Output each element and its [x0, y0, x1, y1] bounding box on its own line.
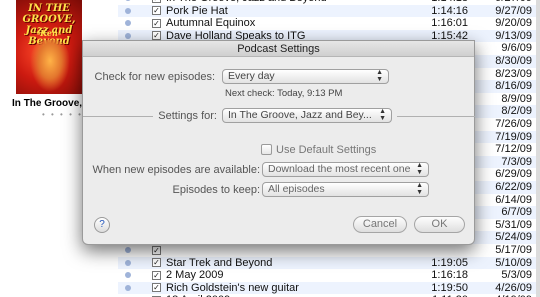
episode-row[interactable]: ✓ 2 May 2009 1:16:18 5/3/09 [118, 269, 540, 282]
episode-date: 9/27/09 [495, 4, 532, 17]
album-artwork[interactable]: IN THE GROOVE, Jazz and Beyond -Ken- [16, 0, 82, 94]
episode-name: Star Trek and Beyond [166, 256, 273, 269]
episode-row[interactable]: ✓ Pork Pie Hat 1:14:16 9/27/09 [118, 4, 540, 18]
check-frequency-popup[interactable]: Every day ▲ ▼ [222, 69, 389, 84]
episode-checkbox[interactable]: ✓ [152, 0, 161, 3]
unplayed-dot-icon [125, 247, 131, 253]
episode-date: 6/7/09 [501, 206, 532, 219]
album-art-subtitle: -Ken- [36, 28, 62, 38]
use-default-label: Use Default Settings [276, 144, 377, 156]
episode-date: 6/14/09 [495, 193, 532, 206]
episode-date: 9/13/09 [495, 29, 532, 42]
settings-for-popup[interactable]: In The Groove, Jazz and Bey... ▲ ▼ [222, 108, 392, 123]
episode-name: 2 May 2009 [166, 269, 224, 282]
next-check-note: Next check: Today, 9:13 PM [225, 88, 343, 99]
episode-checkbox[interactable]: ✓ [152, 258, 161, 268]
episode-date: 8/16/09 [495, 80, 532, 93]
settings-for-label: Settings for: [158, 110, 217, 122]
episode-time: 1:14:16 [431, 4, 468, 17]
episode-row[interactable]: ✓ Star Trek and Beyond 1:19:05 5/10/09 [118, 256, 540, 270]
unplayed-dot-icon [125, 284, 131, 291]
episode-time: 1:16:01 [431, 17, 468, 30]
unplayed-dot-icon [125, 259, 131, 266]
episode-row[interactable]: ✓ 5/17/09 [118, 244, 540, 257]
popup-arrows-icon: ▲ ▼ [379, 108, 386, 122]
episode-date: 5/24/09 [495, 231, 532, 244]
ok-button[interactable]: OK [414, 216, 465, 233]
episode-name: Autumnal Equinox [166, 17, 256, 30]
rating-dots[interactable]: • • • • • [42, 110, 83, 119]
episode-date: 8/23/09 [495, 67, 532, 80]
popup-arrows-icon: ▲ ▼ [416, 182, 423, 196]
episode-date: 8/2/09 [501, 105, 532, 118]
episodes-keep-popup[interactable]: All episodes ▲ ▼ [262, 182, 429, 197]
episode-row[interactable]: ✓ Autumnal Equinox 1:16:01 9/20/09 [118, 17, 540, 30]
episode-date: 9/6/09 [501, 42, 532, 55]
episode-row[interactable]: ✓ Rich Goldstein's new guitar 1:19:50 4/26/… [118, 281, 540, 295]
settings-for-value: In The Groove, Jazz and Bey... [228, 109, 372, 121]
album-art-figure [30, 40, 70, 92]
episode-time: 1:19:05 [431, 256, 468, 269]
when-new-label: When new episodes are available: [92, 164, 260, 176]
episode-name: Rich Goldstein's new guitar [166, 281, 299, 294]
episode-date: 7/3/09 [501, 155, 532, 168]
dialog-title: Podcast Settings [83, 41, 474, 57]
episode-checkbox[interactable]: ✓ [152, 245, 161, 255]
episode-date: 5/3/09 [501, 269, 532, 282]
episode-date: 8/9/09 [501, 92, 532, 105]
divider-right [397, 116, 475, 117]
episode-date: 5/10/09 [495, 256, 532, 269]
episode-date: 8/30/09 [495, 55, 532, 67]
episode-date: 5/31/09 [495, 218, 532, 231]
check-frequency-label: Check for new episodes: [94, 71, 215, 83]
popup-arrows-icon: ▲ ▼ [376, 69, 383, 83]
unplayed-dot-icon [125, 20, 131, 27]
help-button[interactable]: ? [94, 217, 110, 233]
episode-date: 7/12/09 [495, 143, 532, 156]
episode-date: 4/26/09 [495, 281, 532, 294]
episodes-keep-label: Episodes to keep: [172, 184, 260, 196]
list-scrollbar[interactable] [536, 0, 540, 297]
episode-date: 9/20/09 [495, 17, 532, 30]
episode-date: 6/22/09 [495, 181, 532, 193]
episode-name: Pork Pie Hat [166, 4, 228, 17]
divider-left [83, 116, 153, 117]
episode-date: 7/19/09 [495, 130, 532, 143]
episode-time: 1:16:18 [431, 269, 468, 282]
episode-checkbox[interactable]: ✓ [152, 18, 161, 28]
unplayed-dot-icon [125, 32, 131, 39]
use-default-checkbox[interactable] [261, 144, 272, 155]
when-new-popup[interactable]: Download the most recent one ▲ ▼ [262, 162, 429, 177]
unplayed-dot-icon [125, 7, 131, 14]
episode-date: 6/29/09 [495, 168, 532, 181]
episode-date: 5/17/09 [495, 244, 532, 256]
episode-checkbox[interactable]: ✓ [152, 31, 161, 41]
episode-date: 7/26/09 [495, 118, 532, 130]
popup-arrows-icon: ▲ ▼ [416, 162, 423, 176]
when-new-value: Download the most recent one [268, 163, 411, 175]
unplayed-dot-icon [125, 272, 131, 279]
podcast-settings-dialog: Podcast Settings Check for new episodes:… [82, 40, 475, 245]
help-icon: ? [99, 219, 105, 230]
episode-checkbox[interactable]: ✓ [152, 283, 161, 293]
cancel-button[interactable]: Cancel [353, 216, 407, 233]
unplayed-dot-icon [125, 0, 131, 1]
check-frequency-value: Every day [228, 70, 275, 82]
episode-checkbox[interactable]: ✓ [152, 270, 161, 280]
episode-time: 1:19:50 [431, 281, 468, 294]
episode-checkbox[interactable]: ✓ [152, 6, 161, 16]
episodes-keep-value: All episodes [268, 183, 325, 195]
